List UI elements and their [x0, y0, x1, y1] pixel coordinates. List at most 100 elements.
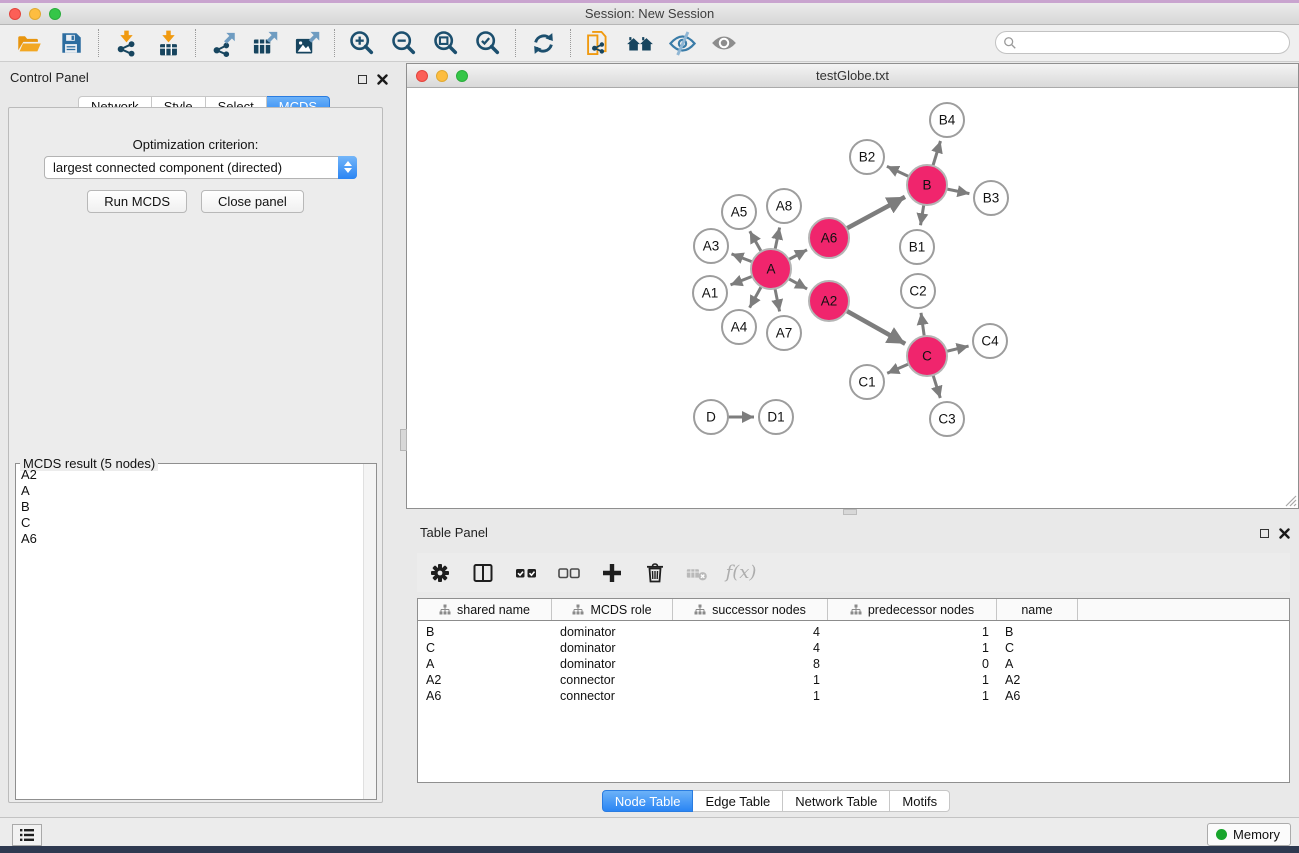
delete-table-button[interactable]: [685, 560, 711, 586]
node-C[interactable]: C: [907, 336, 947, 376]
show-columns-button[interactable]: [470, 560, 496, 586]
node-A4[interactable]: A4: [722, 310, 756, 344]
zoom-out-icon: [390, 29, 418, 57]
select-all-button[interactable]: [513, 560, 539, 586]
table-panel-float-button[interactable]: [1257, 526, 1271, 540]
node-B1[interactable]: B1: [900, 230, 934, 264]
table-cell: dominator: [552, 641, 673, 655]
close-icon: [1279, 528, 1290, 539]
table-cell: 0: [828, 657, 997, 671]
table-toolbar: f(x): [417, 553, 1290, 592]
node-A8[interactable]: A8: [767, 189, 801, 223]
node-B3[interactable]: B3: [974, 181, 1008, 215]
table-panel-close-button[interactable]: [1277, 526, 1291, 540]
table-cell: A: [418, 657, 552, 671]
open-file-button[interactable]: [14, 28, 44, 58]
zoom-fit-button[interactable]: [431, 28, 461, 58]
column-header-name[interactable]: name: [997, 599, 1078, 620]
control-panel-close-button[interactable]: [375, 72, 389, 86]
node-A3[interactable]: A3: [694, 229, 728, 263]
zoom-in-button[interactable]: [347, 28, 377, 58]
save-session-button[interactable]: [56, 28, 86, 58]
node-D[interactable]: D: [694, 400, 728, 434]
add-column-button[interactable]: [599, 560, 625, 586]
svg-text:B1: B1: [909, 240, 926, 255]
table-row[interactable]: Bdominator41B: [418, 624, 1289, 640]
svg-text:B3: B3: [983, 191, 1000, 206]
open-folder-icon: [16, 30, 43, 57]
svg-text:A1: A1: [702, 286, 719, 301]
export-network-button[interactable]: [208, 28, 238, 58]
close-panel-button[interactable]: Close panel: [201, 190, 304, 213]
refresh-button[interactable]: [528, 28, 558, 58]
table-row[interactable]: Adominator80A: [418, 656, 1289, 672]
table-settings-button[interactable]: [427, 560, 453, 586]
panel-splitter-grip[interactable]: [400, 429, 407, 451]
memory-button[interactable]: Memory: [1207, 823, 1291, 846]
table-cell: 1: [673, 689, 828, 703]
table-row[interactable]: Cdominator41C: [418, 640, 1289, 656]
search-field[interactable]: [995, 31, 1290, 54]
column-header-predecessor-nodes[interactable]: predecessor nodes: [828, 599, 997, 620]
table-tabs-bar: Node TableEdge TableNetwork TableMotifs: [0, 790, 1299, 812]
import-network-button[interactable]: [111, 28, 141, 58]
toolbar-separator: [195, 29, 196, 57]
node-C2[interactable]: C2: [901, 274, 935, 308]
search-input[interactable]: [1017, 32, 1289, 53]
tab-network-table[interactable]: Network Table: [783, 790, 890, 812]
table-row[interactable]: A6connector11A6: [418, 688, 1289, 704]
network-file-icon: [584, 29, 612, 57]
table-cell: 1: [828, 673, 997, 687]
node-C4[interactable]: C4: [973, 324, 1007, 358]
import-table-button[interactable]: [153, 28, 183, 58]
deselect-all-button[interactable]: [556, 560, 582, 586]
node-A6[interactable]: A6: [809, 218, 849, 258]
network-canvas[interactable]: B4 B2 B B3 A5 A8A6 A3 A B1 A1 A2 C2 A4 A7 C4 C1 C C3 D D1: [407, 88, 1298, 508]
column-header-MCDS-role[interactable]: MCDS role: [552, 599, 673, 620]
tab-edge-table[interactable]: Edge Table: [693, 790, 783, 812]
column-header-label: predecessor nodes: [868, 603, 974, 617]
tab-node-table[interactable]: Node Table: [602, 790, 694, 812]
column-header-shared-name[interactable]: shared name: [418, 599, 552, 620]
network-window-titlebar: testGlobe.txt: [407, 64, 1298, 88]
task-history-button[interactable]: [12, 824, 42, 846]
horizontal-splitter-grip[interactable]: [843, 509, 857, 515]
table-cell: dominator: [552, 657, 673, 671]
function-builder-button[interactable]: f(x): [728, 560, 754, 586]
column-header-successor-nodes[interactable]: successor nodes: [673, 599, 828, 620]
node-B2[interactable]: B2: [850, 140, 884, 174]
hide-eye-button[interactable]: [667, 28, 697, 58]
run-mcds-button[interactable]: Run MCDS: [87, 190, 187, 213]
fx-icon: f(x): [726, 562, 757, 583]
result-scrollbar[interactable]: [363, 464, 376, 799]
export-image-button[interactable]: [292, 28, 322, 58]
node-A7[interactable]: A7: [767, 316, 801, 350]
network-file-button[interactable]: [583, 28, 613, 58]
svg-text:A4: A4: [731, 320, 748, 335]
table-row[interactable]: A2connector11A2: [418, 672, 1289, 688]
node-B4[interactable]: B4: [930, 103, 964, 137]
control-panel-float-button[interactable]: [355, 72, 369, 86]
zoom-fit-icon: [432, 29, 460, 57]
desktop-strip-bottom: [0, 846, 1299, 853]
svg-text:A2: A2: [821, 294, 838, 309]
export-network-icon: [210, 30, 237, 57]
optimization-criterion-select[interactable]: largest connected component (directed): [44, 156, 357, 179]
node-C3[interactable]: C3: [930, 402, 964, 436]
tab-motifs[interactable]: Motifs: [890, 790, 950, 812]
node-B[interactable]: B: [907, 165, 947, 205]
node-D1[interactable]: D1: [759, 400, 793, 434]
node-C1[interactable]: C1: [850, 365, 884, 399]
zoom-out-button[interactable]: [389, 28, 419, 58]
show-eye-button[interactable]: [709, 28, 739, 58]
zoom-selected-button[interactable]: [473, 28, 503, 58]
delete-column-button[interactable]: [642, 560, 668, 586]
node-A2[interactable]: A2: [809, 281, 849, 321]
mcds-result-item: A2: [16, 467, 363, 483]
node-A1[interactable]: A1: [693, 276, 727, 310]
node-A5[interactable]: A5: [722, 195, 756, 229]
node-A[interactable]: A: [751, 249, 791, 289]
houses-button[interactable]: [625, 28, 655, 58]
window-resize-grip[interactable]: [1283, 493, 1297, 507]
export-table-button[interactable]: [250, 28, 280, 58]
